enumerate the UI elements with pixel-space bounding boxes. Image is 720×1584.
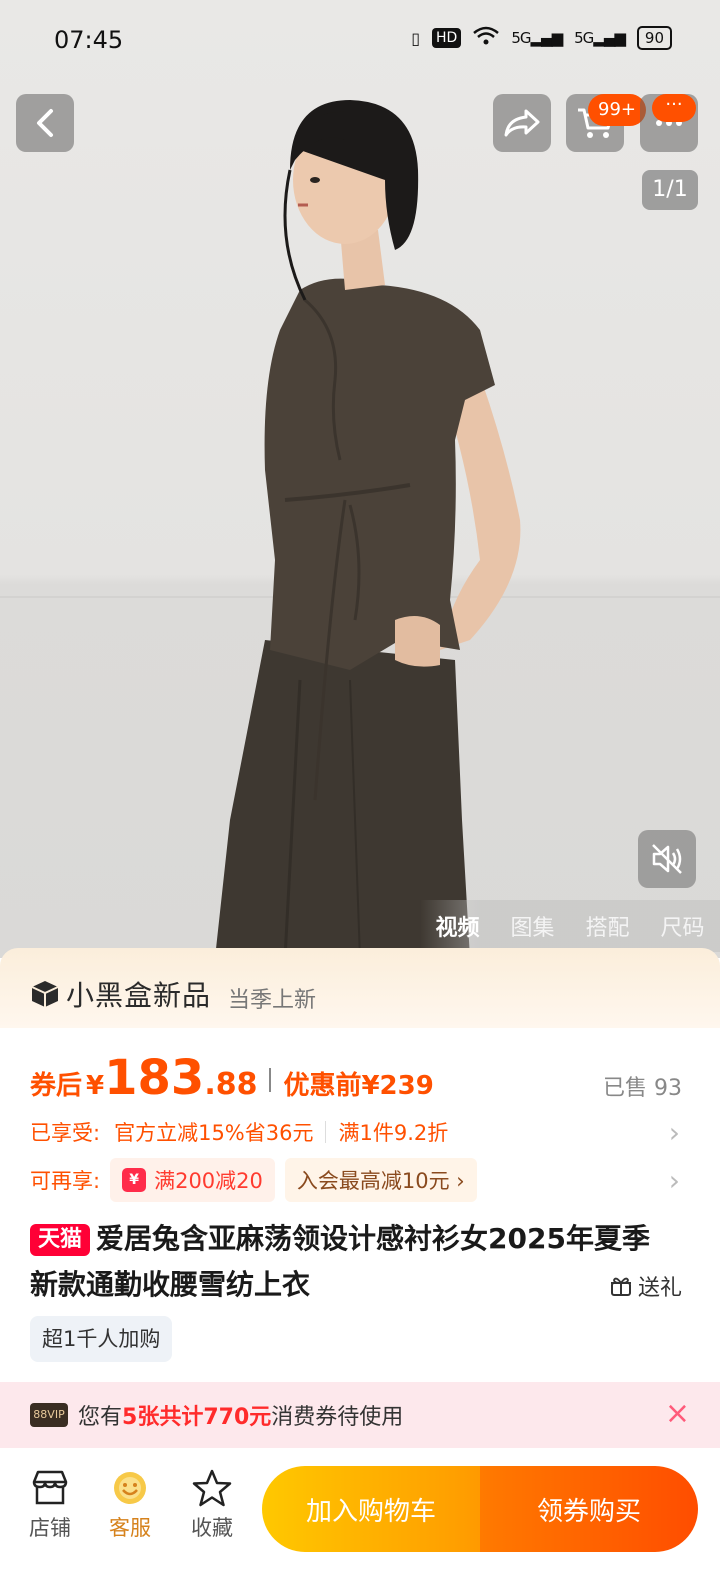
page-indicator: 1/1 [642,170,698,210]
new-arrival-banner[interactable]: 小黑盒新品 当季上新 [0,948,720,1028]
coupon-chip[interactable]: ¥ 满200减20 [110,1158,275,1202]
back-button[interactable] [16,94,74,152]
speaker-mute-icon [652,844,682,874]
tab-size[interactable]: 尺码 [660,910,704,942]
enjoyed-discount-2: 满1件9.2折 [338,1121,449,1145]
tab-gallery[interactable]: 图集 [510,910,554,942]
promo-logo-text: 小黑盒新品 [66,979,212,1012]
hd-icon: HD [432,28,462,48]
star-icon [192,1469,232,1507]
customer-service-label: 客服 [109,1516,151,1540]
signal-icon-1: 5G▂▄▆ [511,29,563,47]
more-discounts-label: 可再享: [30,1169,101,1193]
sold-count: 已售 93 [603,1076,682,1101]
status-icons: ▯ HD 5G▂▄▆ 5G▂▄▆ 90 [411,26,672,50]
notice-highlight: 5张共计770元 [122,1405,272,1430]
tab-video[interactable]: 视频 [435,910,479,942]
enjoyed-label: 已享受: [30,1121,101,1145]
coupon-chip-label: 满200减20 [154,1169,263,1193]
status-time: 07:45 [54,26,124,54]
discount-divider [325,1121,327,1143]
buy-with-coupon-button[interactable]: 领券购买 [480,1466,698,1552]
customer-service-icon [114,1472,146,1504]
purchase-buttons: 加入购物车 领券购买 [262,1466,698,1552]
original-price: 优惠前¥239 [283,1071,434,1101]
gift-label: 送礼 [637,1276,682,1301]
price-divider [269,1068,272,1092]
media-tabs: 视频 图集 搭配 尺码 [420,900,720,952]
gift-icon [610,1277,631,1296]
chevron-right-icon: › [668,1115,680,1149]
coupon-icon: ¥ [122,1168,147,1192]
vibrate-icon: ▯ [411,28,421,48]
notice-text: 您有5张共计770元消费券待使用 [78,1405,404,1430]
vip-badge: 88VIP [30,1403,68,1427]
battery-icon: 90 [636,26,672,50]
share-icon [504,109,540,137]
store-label: 店铺 [29,1516,71,1540]
mute-button[interactable] [638,830,696,888]
black-box-logo: 小黑盒新品 [30,974,211,1014]
popularity-tag: 超1千人加购 [30,1316,173,1362]
member-chip[interactable]: 入会最高减10元 › [284,1158,477,1202]
product-title-text: 爱居兔含亚麻荡领设计感衬衫女2025年夏季新款通勤收腰雪纺上衣 [30,1222,650,1301]
price-currency: ¥ [86,1071,105,1101]
enjoyed-discounts-row[interactable]: 已享受: 官方立减15%省36元 满1件9.2折 › [30,1110,690,1154]
close-icon[interactable]: × [665,1396,690,1432]
cart-count-badge: 99+ [588,94,646,126]
store-icon [32,1470,68,1505]
product-title: 天猫 爱居兔含亚麻荡领设计感衬衫女2025年夏季新款通勤收腰雪纺上衣 [30,1216,670,1308]
add-to-cart-button[interactable]: 加入购物车 [262,1466,480,1552]
price-integer: 183 [104,1050,205,1106]
price-prefix: 券后 [30,1071,83,1101]
enjoyed-discount-1: 官方立减15%省36元 [114,1121,314,1145]
favorite-button[interactable]: 收藏 [182,1468,242,1558]
status-bar: 07:45 ▯ HD 5G▂▄▆ 5G▂▄▆ 90 [0,0,720,80]
promo-subtitle: 当季上新 [228,988,317,1013]
favorite-label: 收藏 [191,1516,233,1540]
more-discounts-row[interactable]: 可再享: ¥ 满200减20 入会最高减10元 › › [30,1158,690,1202]
signal-icon-2: 5G▂▄▆ [574,29,626,47]
message-badge: ··· [652,94,696,122]
tmall-tag: 天猫 [30,1224,91,1256]
chevron-left-icon [37,109,53,137]
share-button[interactable] [493,94,551,152]
coupon-notice[interactable]: 88VIP 您有5张共计770元消费券待使用 × [0,1382,720,1448]
store-button[interactable]: 店铺 [20,1468,80,1558]
tab-outfit[interactable]: 搭配 [585,910,629,942]
chevron-right-icon: › [668,1163,680,1197]
price-decimal: .88 [204,1067,258,1102]
gift-button[interactable]: 送礼 [610,1270,682,1302]
wifi-icon [473,26,500,50]
price-row: 券后 ¥ 183 .88 优惠前¥239 [30,1050,434,1110]
customer-service-button[interactable]: 客服 [100,1468,160,1558]
bottom-action-bar: 店铺 客服 收藏 加入购物车 领券购买 [0,1448,720,1584]
box-icon [31,981,59,1007]
product-gallery[interactable]: 07:45 ▯ HD 5G▂▄▆ 5G▂▄▆ 90 99+ ··· 1/1 视频… [0,0,720,958]
